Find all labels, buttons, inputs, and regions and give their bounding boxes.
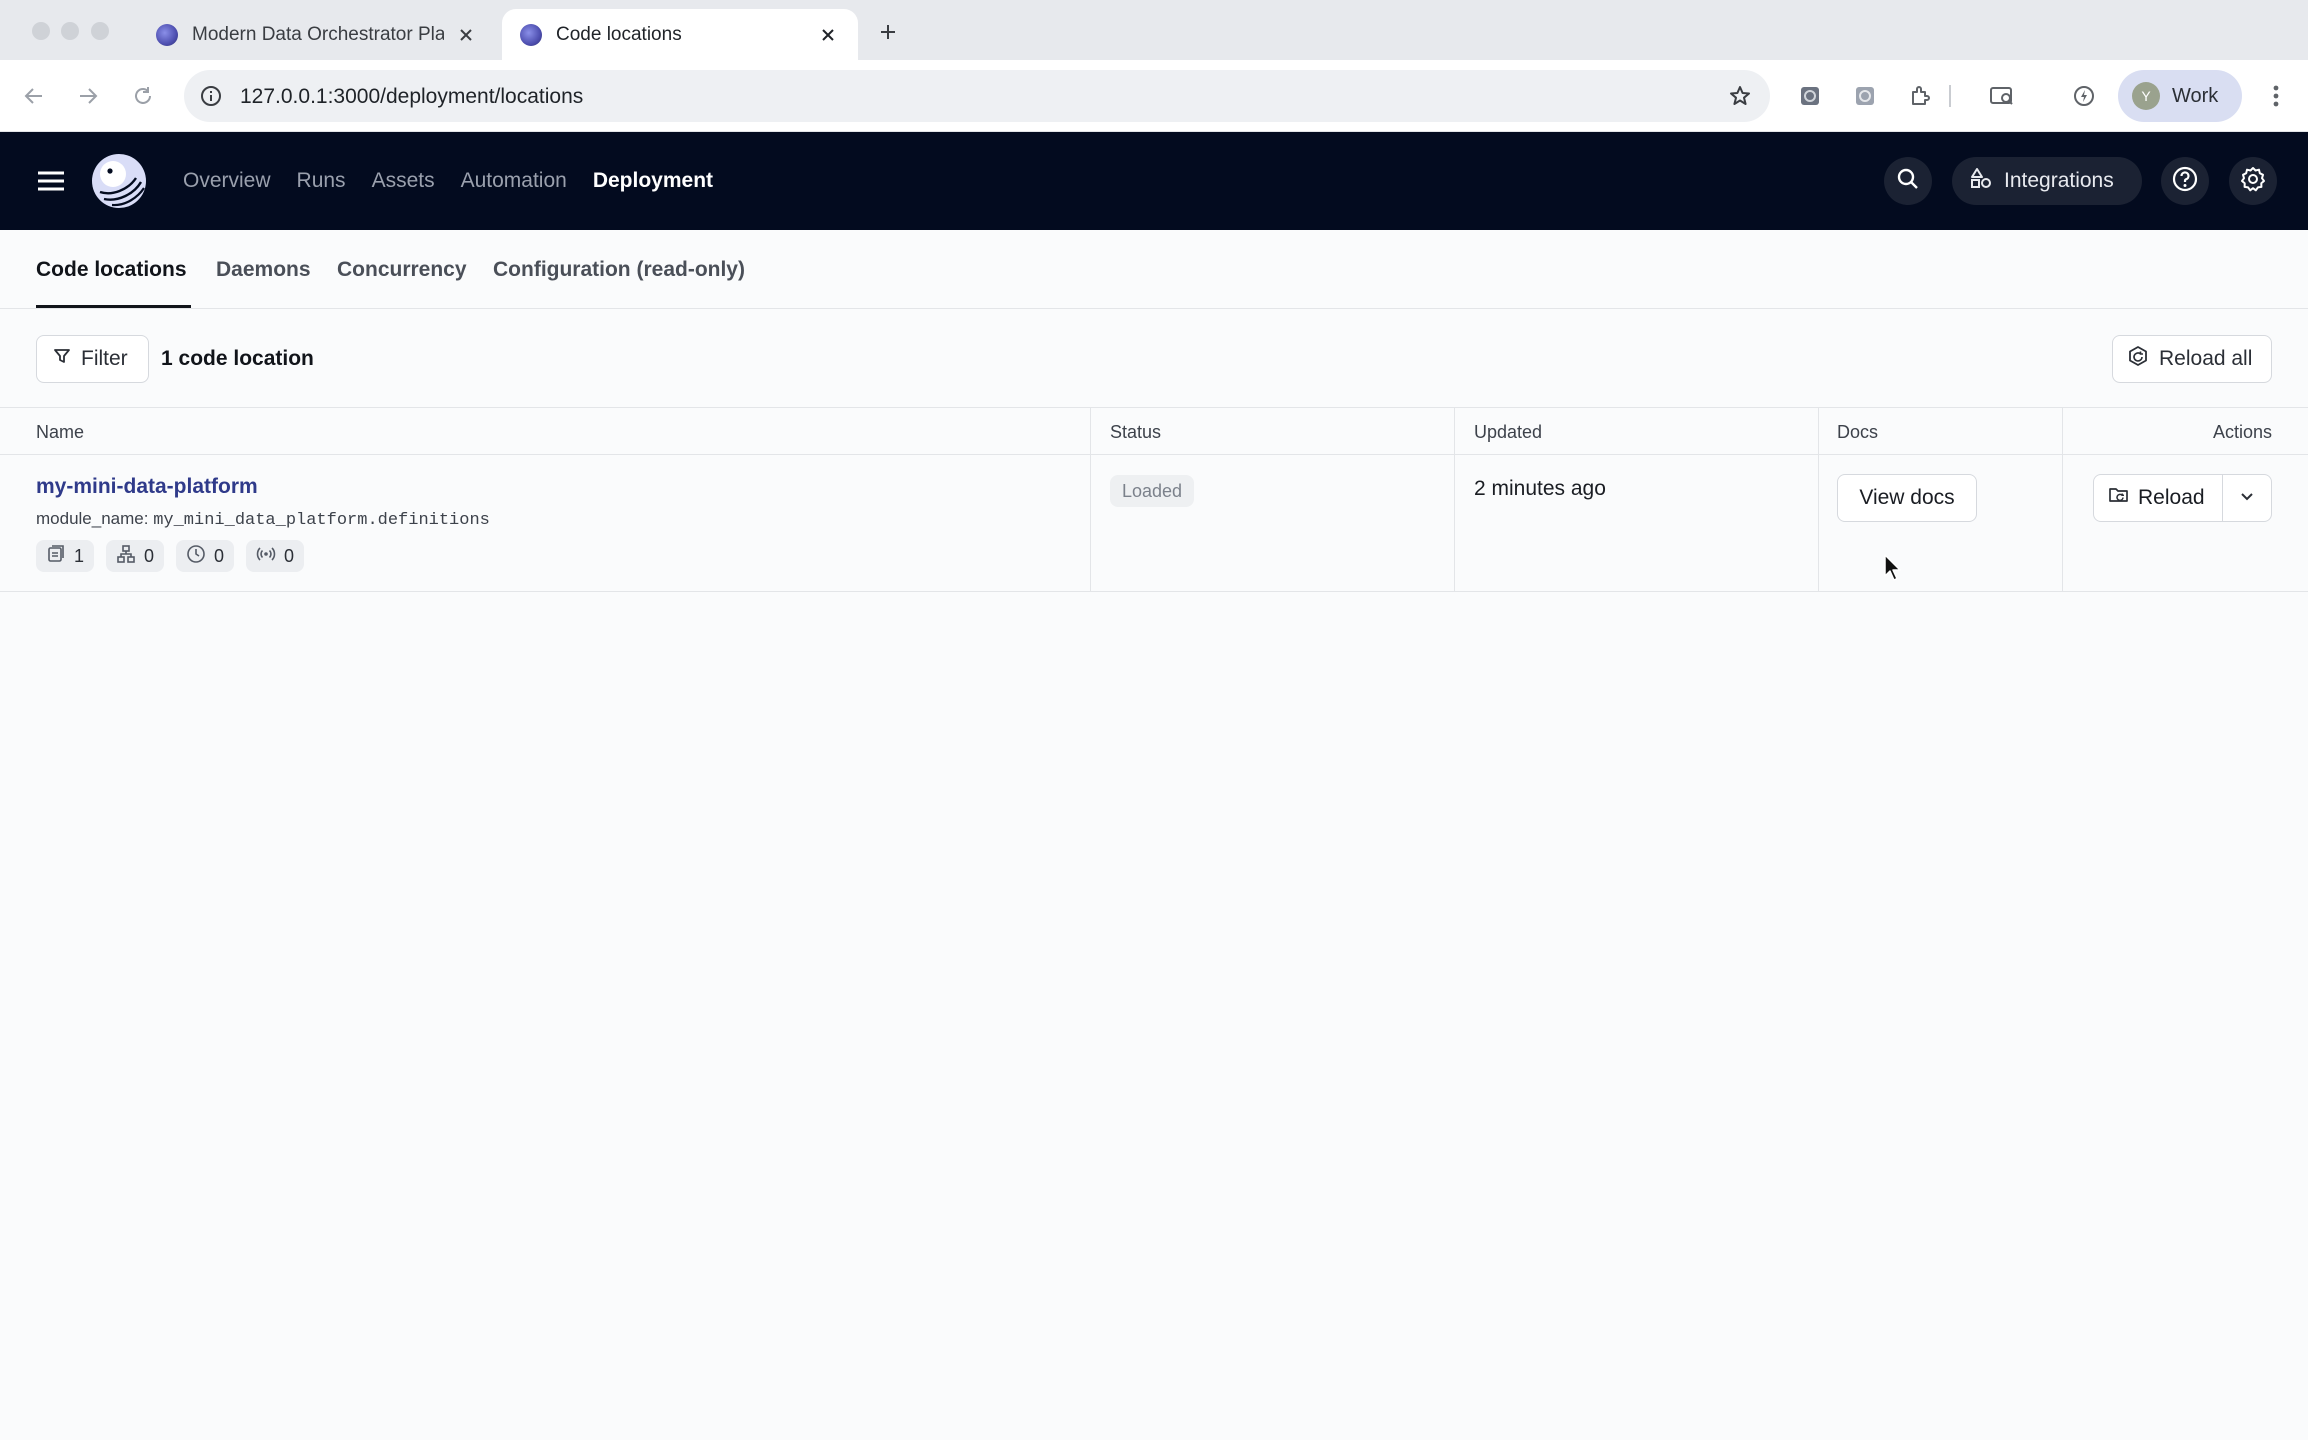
nav-link-automation[interactable]: Automation [461, 169, 567, 193]
jobs-count: 1 [74, 545, 85, 566]
job-icon [46, 544, 74, 569]
help-icon [2171, 165, 2199, 198]
app-top-nav: Overview Runs Assets Automation Deployme… [0, 132, 2308, 230]
url-text[interactable]: 127.0.0.1:3000/deployment/locations [240, 85, 583, 109]
nav-link-overview[interactable]: Overview [183, 169, 271, 193]
mouse-cursor-icon [1884, 554, 1902, 587]
tab-configuration[interactable]: Configuration (read-only) [493, 258, 745, 282]
column-header-status: Status [1110, 422, 1162, 442]
code-location-link[interactable]: my-mini-data-platform [36, 475, 258, 499]
extension-icon[interactable] [1851, 82, 1879, 110]
jobs-count-chip[interactable]: 1 [36, 540, 95, 572]
deployment-subtabs: Code locations Daemons Concurrency Confi… [0, 230, 2308, 309]
filter-label: Filter [81, 347, 128, 370]
close-icon[interactable] [454, 23, 478, 47]
column-header-actions: Actions [2212, 422, 2272, 442]
profile-label: Work [2172, 84, 2219, 107]
dagster-logo-icon[interactable] [90, 152, 148, 210]
reload-all-button[interactable]: Reload all [2112, 335, 2272, 383]
tab-concurrency[interactable]: Concurrency [337, 258, 467, 282]
reload-button[interactable]: Reload [2094, 475, 2223, 521]
avatar: Y [2132, 82, 2160, 110]
browser-toolbar: 127.0.0.1:3000/deployment/locations Y Wo… [0, 60, 2308, 132]
asset-graph-icon [116, 544, 144, 569]
browser-tab[interactable]: Modern Data Orchestrator Pla [138, 9, 496, 60]
close-icon[interactable] [816, 23, 840, 47]
sensors-count-chip[interactable]: 0 [246, 540, 305, 572]
column-header-docs: Docs [1837, 422, 1879, 442]
updated-time: 2 minutes ago [1474, 477, 1606, 500]
browser-menu-icon[interactable] [2260, 78, 2292, 114]
puzzle-extensions-icon[interactable] [1906, 82, 1934, 110]
table-row: my-mini-data-platform module_name: my_mi… [0, 455, 2308, 592]
sensors-count: 0 [284, 545, 295, 566]
settings-button[interactable] [2229, 157, 2277, 205]
active-tab-indicator [36, 305, 191, 308]
integrations-button[interactable]: Integrations [1952, 157, 2142, 205]
integrations-label: Integrations [2004, 169, 2114, 192]
column-header-updated: Updated [1474, 422, 1543, 442]
performance-icon[interactable] [2070, 82, 2098, 110]
window-zoom-dot[interactable] [91, 22, 109, 40]
browser-tabstrip: Modern Data Orchestrator Pla Code locati… [0, 0, 2308, 60]
dagster-favicon-icon [520, 23, 542, 46]
tab-code-locations[interactable]: Code locations [36, 258, 187, 282]
module-name-line: module_name: my_mini_data_platform.defin… [36, 509, 490, 530]
shapes-icon [1970, 167, 2004, 195]
table-header: Name Status Updated Docs Actions [0, 407, 2308, 455]
tab-search-icon[interactable] [1988, 82, 2016, 110]
tab-title: Modern Data Orchestrator Pla [192, 23, 444, 45]
reload-label: Reload [2138, 486, 2205, 509]
nav-link-runs[interactable]: Runs [297, 169, 346, 193]
new-tab-button[interactable] [872, 16, 904, 48]
search-button[interactable] [1884, 157, 1932, 205]
status-badge: Loaded [1110, 475, 1195, 507]
profile-button[interactable]: Y Work [2118, 70, 2242, 122]
forward-icon[interactable] [70, 78, 106, 114]
chevron-down-icon [2239, 488, 2255, 509]
reload-page-icon[interactable] [125, 78, 161, 114]
search-icon [1896, 167, 1920, 196]
address-bar[interactable]: 127.0.0.1:3000/deployment/locations [184, 70, 1770, 122]
tab-daemons[interactable]: Daemons [216, 258, 311, 282]
extension-icon[interactable] [1796, 82, 1824, 110]
schedule-icon [186, 544, 214, 569]
hamburger-menu-icon[interactable] [34, 166, 68, 196]
asset-groups-count-chip[interactable]: 0 [106, 540, 165, 572]
sensor-icon [256, 544, 284, 569]
site-info-icon[interactable] [198, 83, 224, 109]
schedules-count: 0 [214, 545, 225, 566]
reload-button-group: Reload [2093, 474, 2272, 522]
filter-button[interactable]: Filter [36, 335, 149, 383]
filter-icon [53, 347, 81, 371]
module-name-label: module_name: [36, 509, 149, 528]
view-docs-label: View docs [1859, 486, 1955, 509]
primary-nav-links: Overview Runs Assets Automation Deployme… [183, 132, 713, 230]
gear-icon [2239, 165, 2267, 198]
bookmark-star-icon[interactable] [1726, 82, 1754, 110]
nav-link-assets[interactable]: Assets [372, 169, 435, 193]
asset-groups-count: 0 [144, 545, 155, 566]
schedules-count-chip[interactable]: 0 [176, 540, 235, 572]
toolbar-divider [1948, 82, 1952, 110]
reload-options-dropdown[interactable] [2223, 475, 2271, 521]
back-icon[interactable] [16, 78, 52, 114]
help-button[interactable] [2161, 157, 2209, 205]
tab-title: Code locations [556, 23, 682, 45]
reload-all-icon [2127, 345, 2159, 373]
definition-counts: 1 0 0 0 [36, 540, 305, 572]
view-docs-button[interactable]: View docs [1837, 474, 1977, 522]
dagster-favicon-icon [156, 23, 178, 46]
window-close-dot[interactable] [32, 22, 50, 40]
nav-link-deployment[interactable]: Deployment [593, 169, 713, 193]
browser-tab-active[interactable]: Code locations [502, 9, 858, 60]
window-minimize-dot[interactable] [61, 22, 79, 40]
module-name-value: my_mini_data_platform.definitions [153, 511, 490, 530]
reload-all-label: Reload all [2159, 347, 2253, 370]
reload-location-icon [2108, 485, 2138, 511]
code-location-count: 1 code location [161, 347, 314, 370]
column-header-name: Name [36, 422, 85, 442]
